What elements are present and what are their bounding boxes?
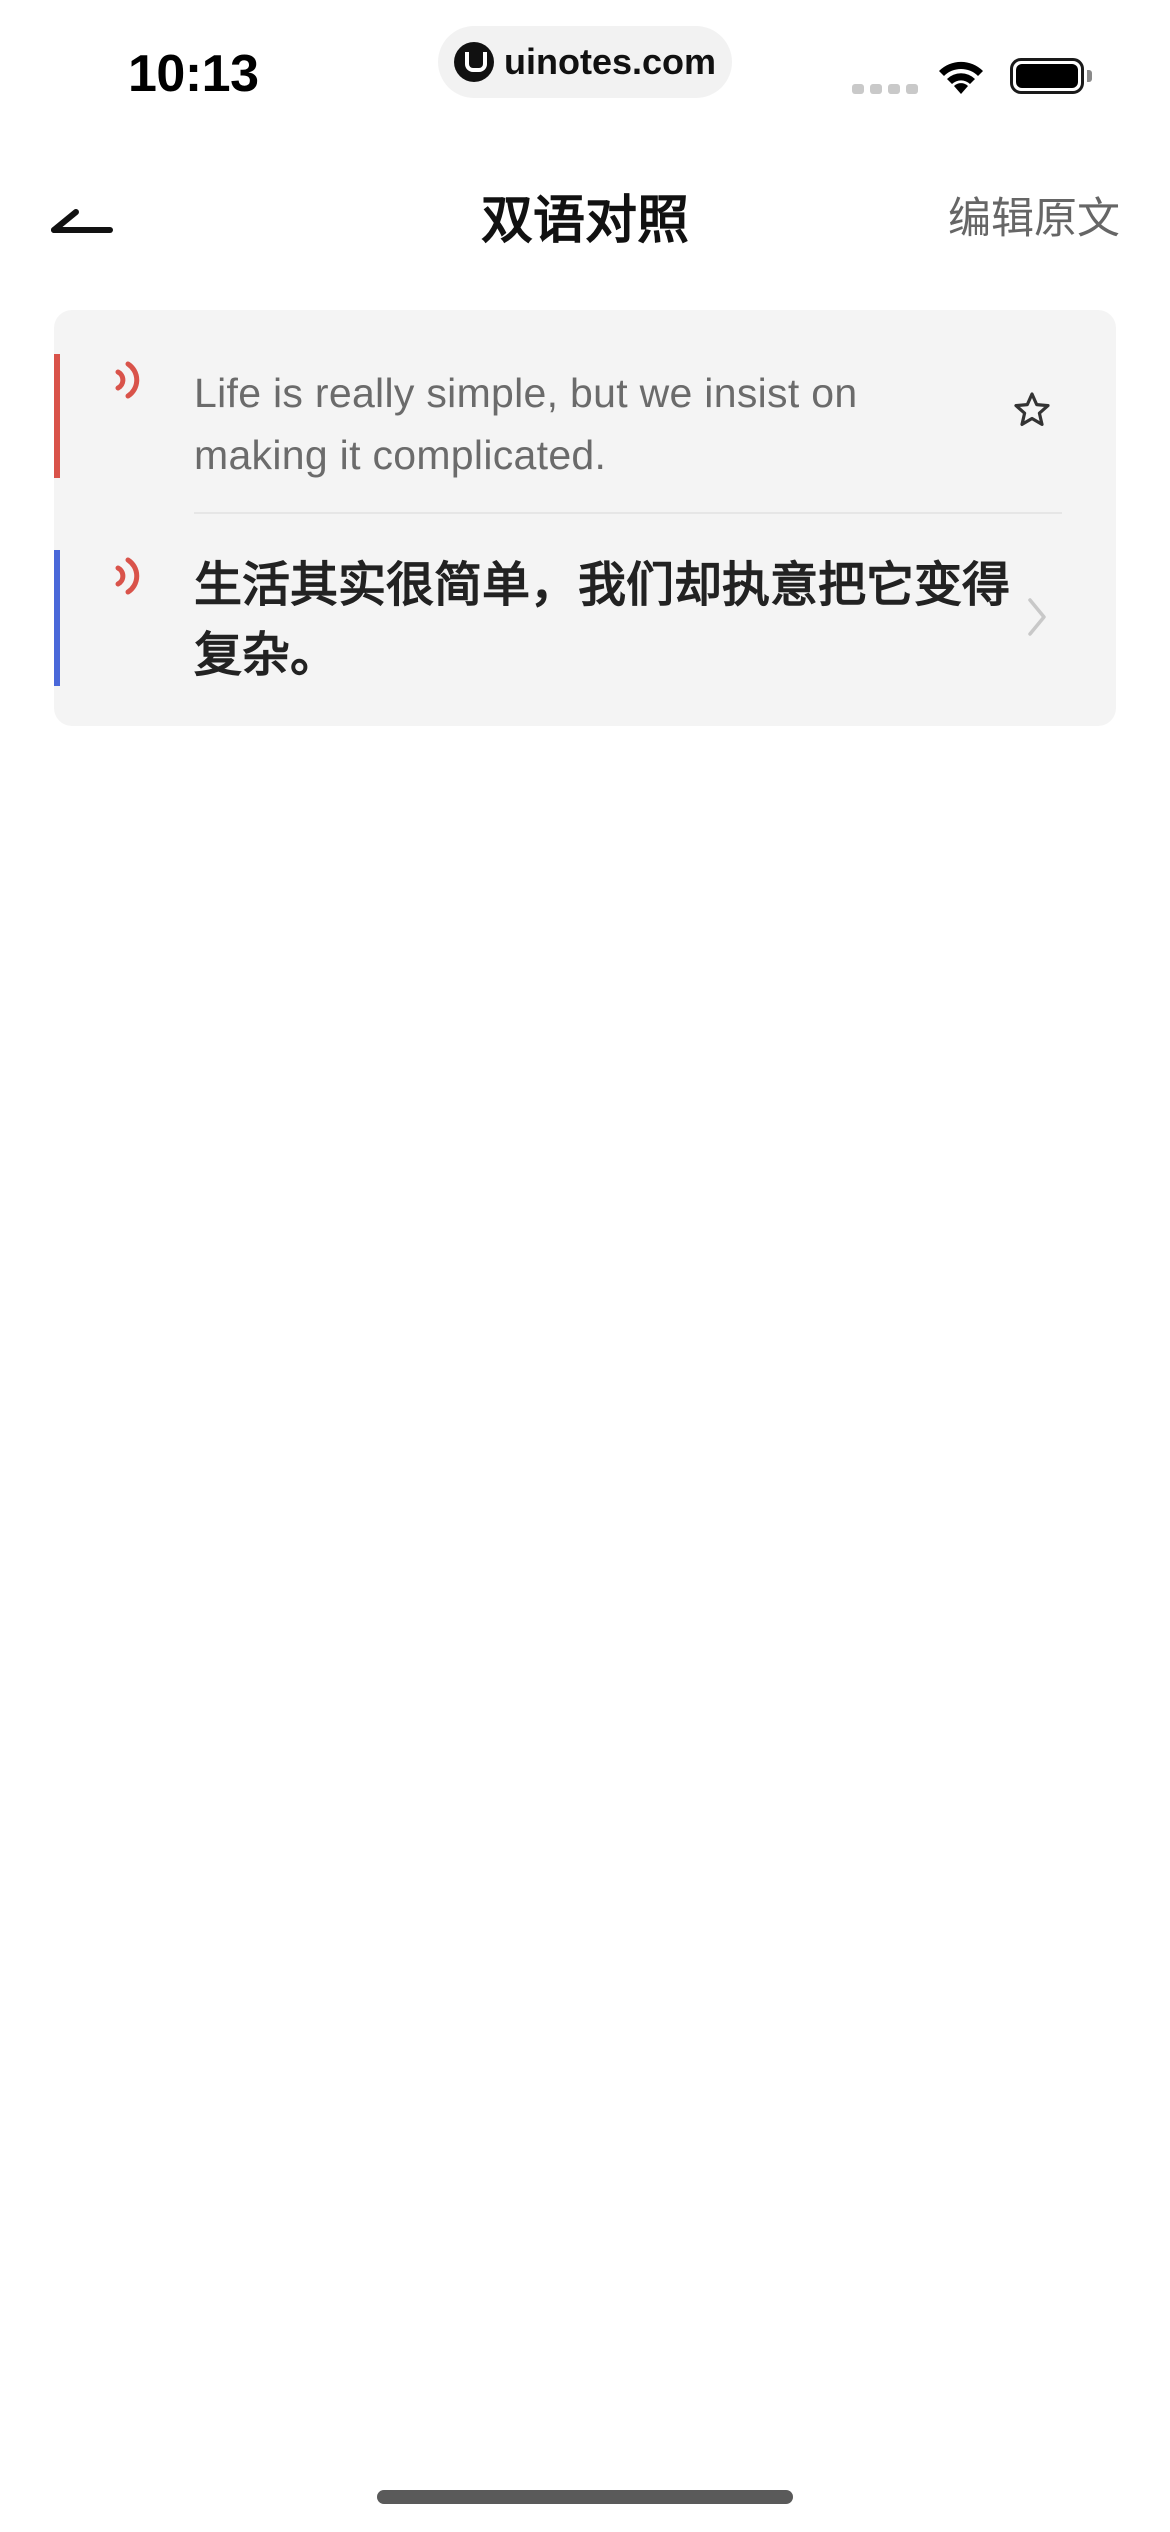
uinotes-logo-icon	[453, 42, 494, 82]
original-accent-bar	[54, 354, 60, 478]
wifi-icon	[939, 61, 983, 94]
status-time: 10:13	[128, 45, 259, 103]
url-text: uinotes.com	[503, 41, 717, 82]
star-outline-icon[interactable]	[1012, 390, 1052, 430]
edit-original-button[interactable]: 编辑原文	[948, 184, 1120, 246]
back-arrow-icon[interactable]	[40, 174, 130, 244]
row-divider	[194, 512, 1062, 514]
home-indicator[interactable]	[377, 2490, 793, 2504]
chevron-right-icon[interactable]	[1022, 592, 1052, 642]
translation-sentence-text: 生活其实很简单，我们却执意把它变得复杂。	[194, 557, 1011, 683]
nav-bar: 双语对照 编辑原文	[0, 150, 1170, 270]
bilingual-card: Life is really simple, but we insist on …	[54, 310, 1116, 726]
battery-icon	[1010, 58, 1094, 96]
original-sentence-text: Life is really simple, but we insist on …	[194, 370, 858, 478]
speaker-icon[interactable]	[108, 358, 148, 402]
translation-sentence-row[interactable]: 生活其实很简单，我们却执意把它变得复杂。	[54, 550, 1116, 686]
cellular-signal-icon	[852, 84, 918, 94]
original-sentence-row: Life is really simple, but we insist on …	[54, 354, 1116, 478]
speaker-icon[interactable]	[108, 554, 148, 598]
status-bar: 10:13 uinotes.com	[0, 0, 1170, 140]
translation-accent-bar	[54, 550, 60, 686]
url-pill[interactable]: uinotes.com	[438, 26, 732, 98]
